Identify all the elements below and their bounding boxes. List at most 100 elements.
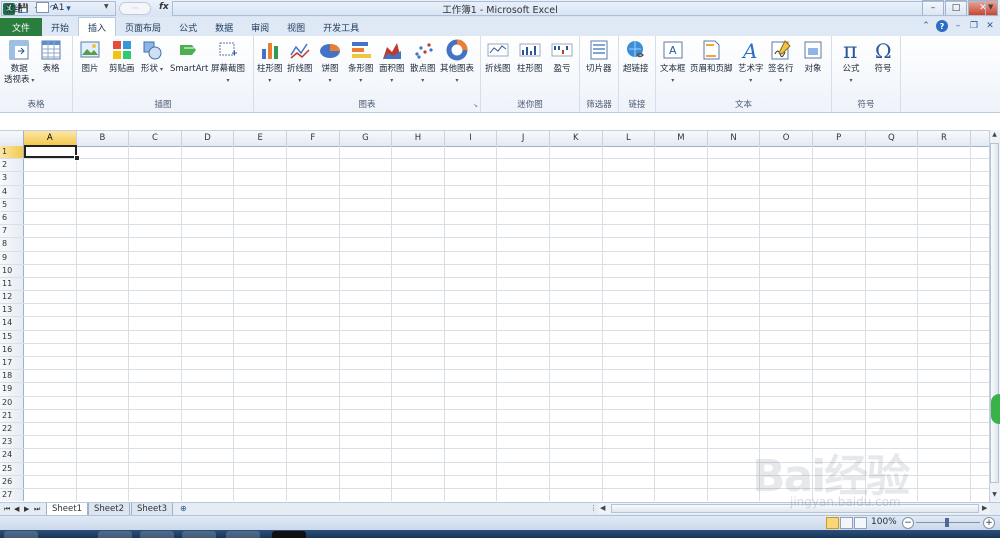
name-box-dropdown-icon[interactable]: ▼ [104, 3, 109, 10]
cell-b8[interactable] [77, 238, 130, 251]
row-header-5[interactable]: 5 [0, 198, 24, 211]
tab-review[interactable]: 审阅 [242, 19, 278, 36]
cell-m15[interactable] [655, 330, 708, 343]
cell-j1[interactable] [497, 146, 550, 159]
scroll-up-icon[interactable]: ▲ [990, 131, 999, 141]
cell-m21[interactable] [655, 409, 708, 422]
cell-j24[interactable] [497, 449, 550, 462]
cell-l25[interactable] [603, 462, 656, 475]
cell-l7[interactable] [603, 225, 656, 238]
cell-j5[interactable] [497, 198, 550, 211]
zoom-in-icon[interactable]: + [983, 517, 995, 529]
cell-p3[interactable] [813, 172, 866, 185]
area-chart-button[interactable]: 面积图 ▾ [379, 39, 405, 86]
cell-d2[interactable] [182, 159, 235, 172]
cell-k8[interactable] [550, 238, 603, 251]
cell-c5[interactable] [129, 198, 182, 211]
cell-c27[interactable] [129, 488, 182, 501]
cell-m8[interactable] [655, 238, 708, 251]
cell-e3[interactable] [234, 172, 287, 185]
cell-e11[interactable] [234, 277, 287, 291]
cell-j9[interactable] [497, 251, 550, 264]
scatter-chart-button[interactable]: 散点图 ▾ [410, 39, 436, 86]
cell-p18[interactable] [813, 370, 866, 383]
column-header-h[interactable]: H [392, 131, 445, 146]
cell-g13[interactable] [340, 304, 393, 317]
cell-d8[interactable] [182, 238, 235, 251]
cell-f4[interactable] [287, 185, 340, 198]
cell-h6[interactable] [392, 211, 445, 225]
cell-e22[interactable] [234, 422, 287, 436]
cell-g19[interactable] [340, 383, 393, 396]
tab-file[interactable]: 文件 [0, 18, 43, 36]
cell-q7[interactable] [866, 225, 919, 238]
cell-r22[interactable] [918, 422, 971, 436]
cell-o19[interactable] [760, 383, 813, 396]
cell-p19[interactable] [813, 383, 866, 396]
cell-j27[interactable] [497, 488, 550, 501]
cell-h1[interactable] [392, 146, 445, 159]
cell-o8[interactable] [760, 238, 813, 251]
cell-g7[interactable] [340, 225, 393, 238]
tab-home[interactable]: 开始 [42, 19, 78, 36]
cell-q2[interactable] [866, 159, 919, 172]
cell-c23[interactable] [129, 436, 182, 449]
row-header-6[interactable]: 6 [0, 211, 24, 225]
cell-b22[interactable] [77, 422, 130, 436]
cell-g2[interactable] [340, 159, 393, 172]
cell-b20[interactable] [77, 396, 130, 409]
cell-r3[interactable] [918, 172, 971, 185]
cell-d14[interactable] [182, 317, 235, 330]
cell-f23[interactable] [287, 436, 340, 449]
window-close-icon[interactable]: ✕ [984, 20, 996, 32]
window-minimize-icon[interactable]: – [952, 20, 964, 32]
cell-d13[interactable] [182, 304, 235, 317]
cell-n15[interactable] [708, 330, 761, 343]
cell-g17[interactable] [340, 357, 393, 370]
cell-f16[interactable] [287, 343, 340, 356]
cell-q5[interactable] [866, 198, 919, 211]
cell-n1[interactable] [708, 146, 761, 159]
cell-m11[interactable] [655, 277, 708, 291]
cell-g6[interactable] [340, 211, 393, 225]
cell-f13[interactable] [287, 304, 340, 317]
column-header-o[interactable]: O [760, 131, 813, 146]
cell-b12[interactable] [77, 291, 130, 304]
cell-f26[interactable] [287, 475, 340, 488]
cell-j3[interactable] [497, 172, 550, 185]
cell-c15[interactable] [129, 330, 182, 343]
cell-n12[interactable] [708, 291, 761, 304]
cell-d16[interactable] [182, 343, 235, 356]
cell-b18[interactable] [77, 370, 130, 383]
cell-l18[interactable] [603, 370, 656, 383]
cell-k20[interactable] [550, 396, 603, 409]
cell-p5[interactable] [813, 198, 866, 211]
cell-m6[interactable] [655, 211, 708, 225]
cell-d9[interactable] [182, 251, 235, 264]
cell-j25[interactable] [497, 462, 550, 475]
cell-e5[interactable] [234, 198, 287, 211]
cell-l21[interactable] [603, 409, 656, 422]
cell-i18[interactable] [445, 370, 498, 383]
cell-i16[interactable] [445, 343, 498, 356]
cell-r9[interactable] [918, 251, 971, 264]
cell-m25[interactable] [655, 462, 708, 475]
row-header-23[interactable]: 23 [0, 436, 24, 449]
cell-j12[interactable] [497, 291, 550, 304]
cell-i8[interactable] [445, 238, 498, 251]
cell-i14[interactable] [445, 317, 498, 330]
row-header-25[interactable]: 25 [0, 462, 24, 475]
cell-q18[interactable] [866, 370, 919, 383]
charts-dialog-launcher-icon[interactable]: ↘ [473, 102, 478, 109]
cell-p10[interactable] [813, 264, 866, 277]
cell-r2[interactable] [918, 159, 971, 172]
cell-k7[interactable] [550, 225, 603, 238]
cell-i19[interactable] [445, 383, 498, 396]
window-restore-icon[interactable]: ❐ [968, 20, 980, 32]
cell-i7[interactable] [445, 225, 498, 238]
cell-f8[interactable] [287, 238, 340, 251]
cell-o5[interactable] [760, 198, 813, 211]
cell-h7[interactable] [392, 225, 445, 238]
cell-p14[interactable] [813, 317, 866, 330]
cell-i10[interactable] [445, 264, 498, 277]
